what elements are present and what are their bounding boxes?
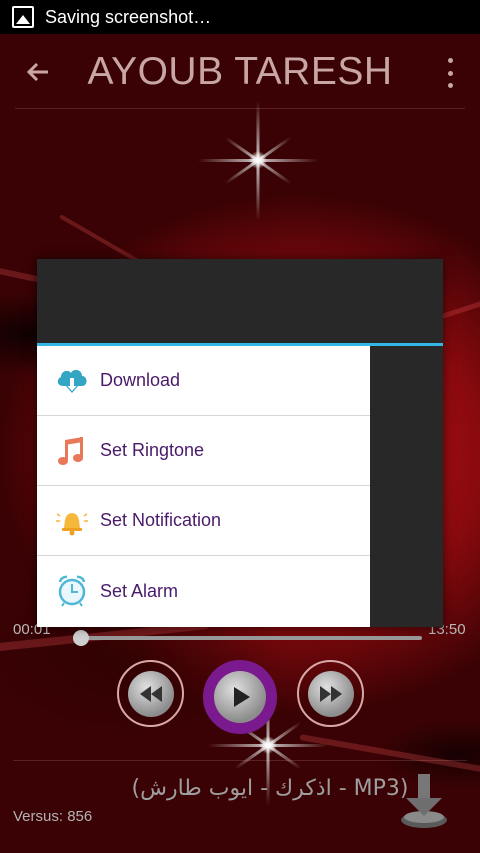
music-note-icon [55, 434, 89, 468]
bell-icon [55, 504, 89, 538]
divider [13, 760, 467, 761]
cloud-download-icon [55, 364, 89, 398]
rewind-button[interactable] [117, 660, 184, 727]
versus-label: Versus: 856 [13, 808, 93, 825]
dialog-title-area [37, 259, 443, 343]
menu-item-label: Set Notification [100, 510, 222, 530]
page-title: AYOUB TARESH [87, 50, 393, 93]
fast-forward-button[interactable] [297, 660, 364, 727]
divider [15, 108, 465, 109]
action-bar: AYOUB TARESH [0, 34, 480, 109]
overflow-menu-icon[interactable] [438, 58, 462, 88]
rewind-icon [127, 670, 174, 717]
options-dialog: Download Set Ringtone Set Notification S… [37, 259, 443, 627]
play-button[interactable] [203, 660, 277, 734]
alarm-clock-icon [55, 574, 89, 608]
menu-item-set-alarm[interactable]: Set Alarm [37, 556, 370, 626]
seek-thumb[interactable] [73, 630, 89, 646]
menu-item-label: Set Ringtone [100, 440, 205, 460]
seek-bar[interactable] [78, 636, 422, 640]
options-menu-list: Download Set Ringtone Set Notification S… [37, 346, 370, 627]
menu-item-set-ringtone[interactable]: Set Ringtone [37, 416, 370, 486]
play-icon [214, 671, 266, 723]
menu-item-label: Set Alarm [100, 580, 179, 601]
download-arrow-icon[interactable] [398, 770, 450, 830]
menu-item-label: Download [100, 370, 181, 390]
status-bar: Saving screenshot… [0, 0, 480, 34]
menu-item-download[interactable]: Download [37, 346, 370, 416]
menu-item-set-notification[interactable]: Set Notification [37, 486, 370, 556]
status-notification-text: Saving screenshot… [45, 6, 212, 27]
screenshot-icon [12, 6, 34, 28]
fast-forward-icon [307, 670, 354, 717]
